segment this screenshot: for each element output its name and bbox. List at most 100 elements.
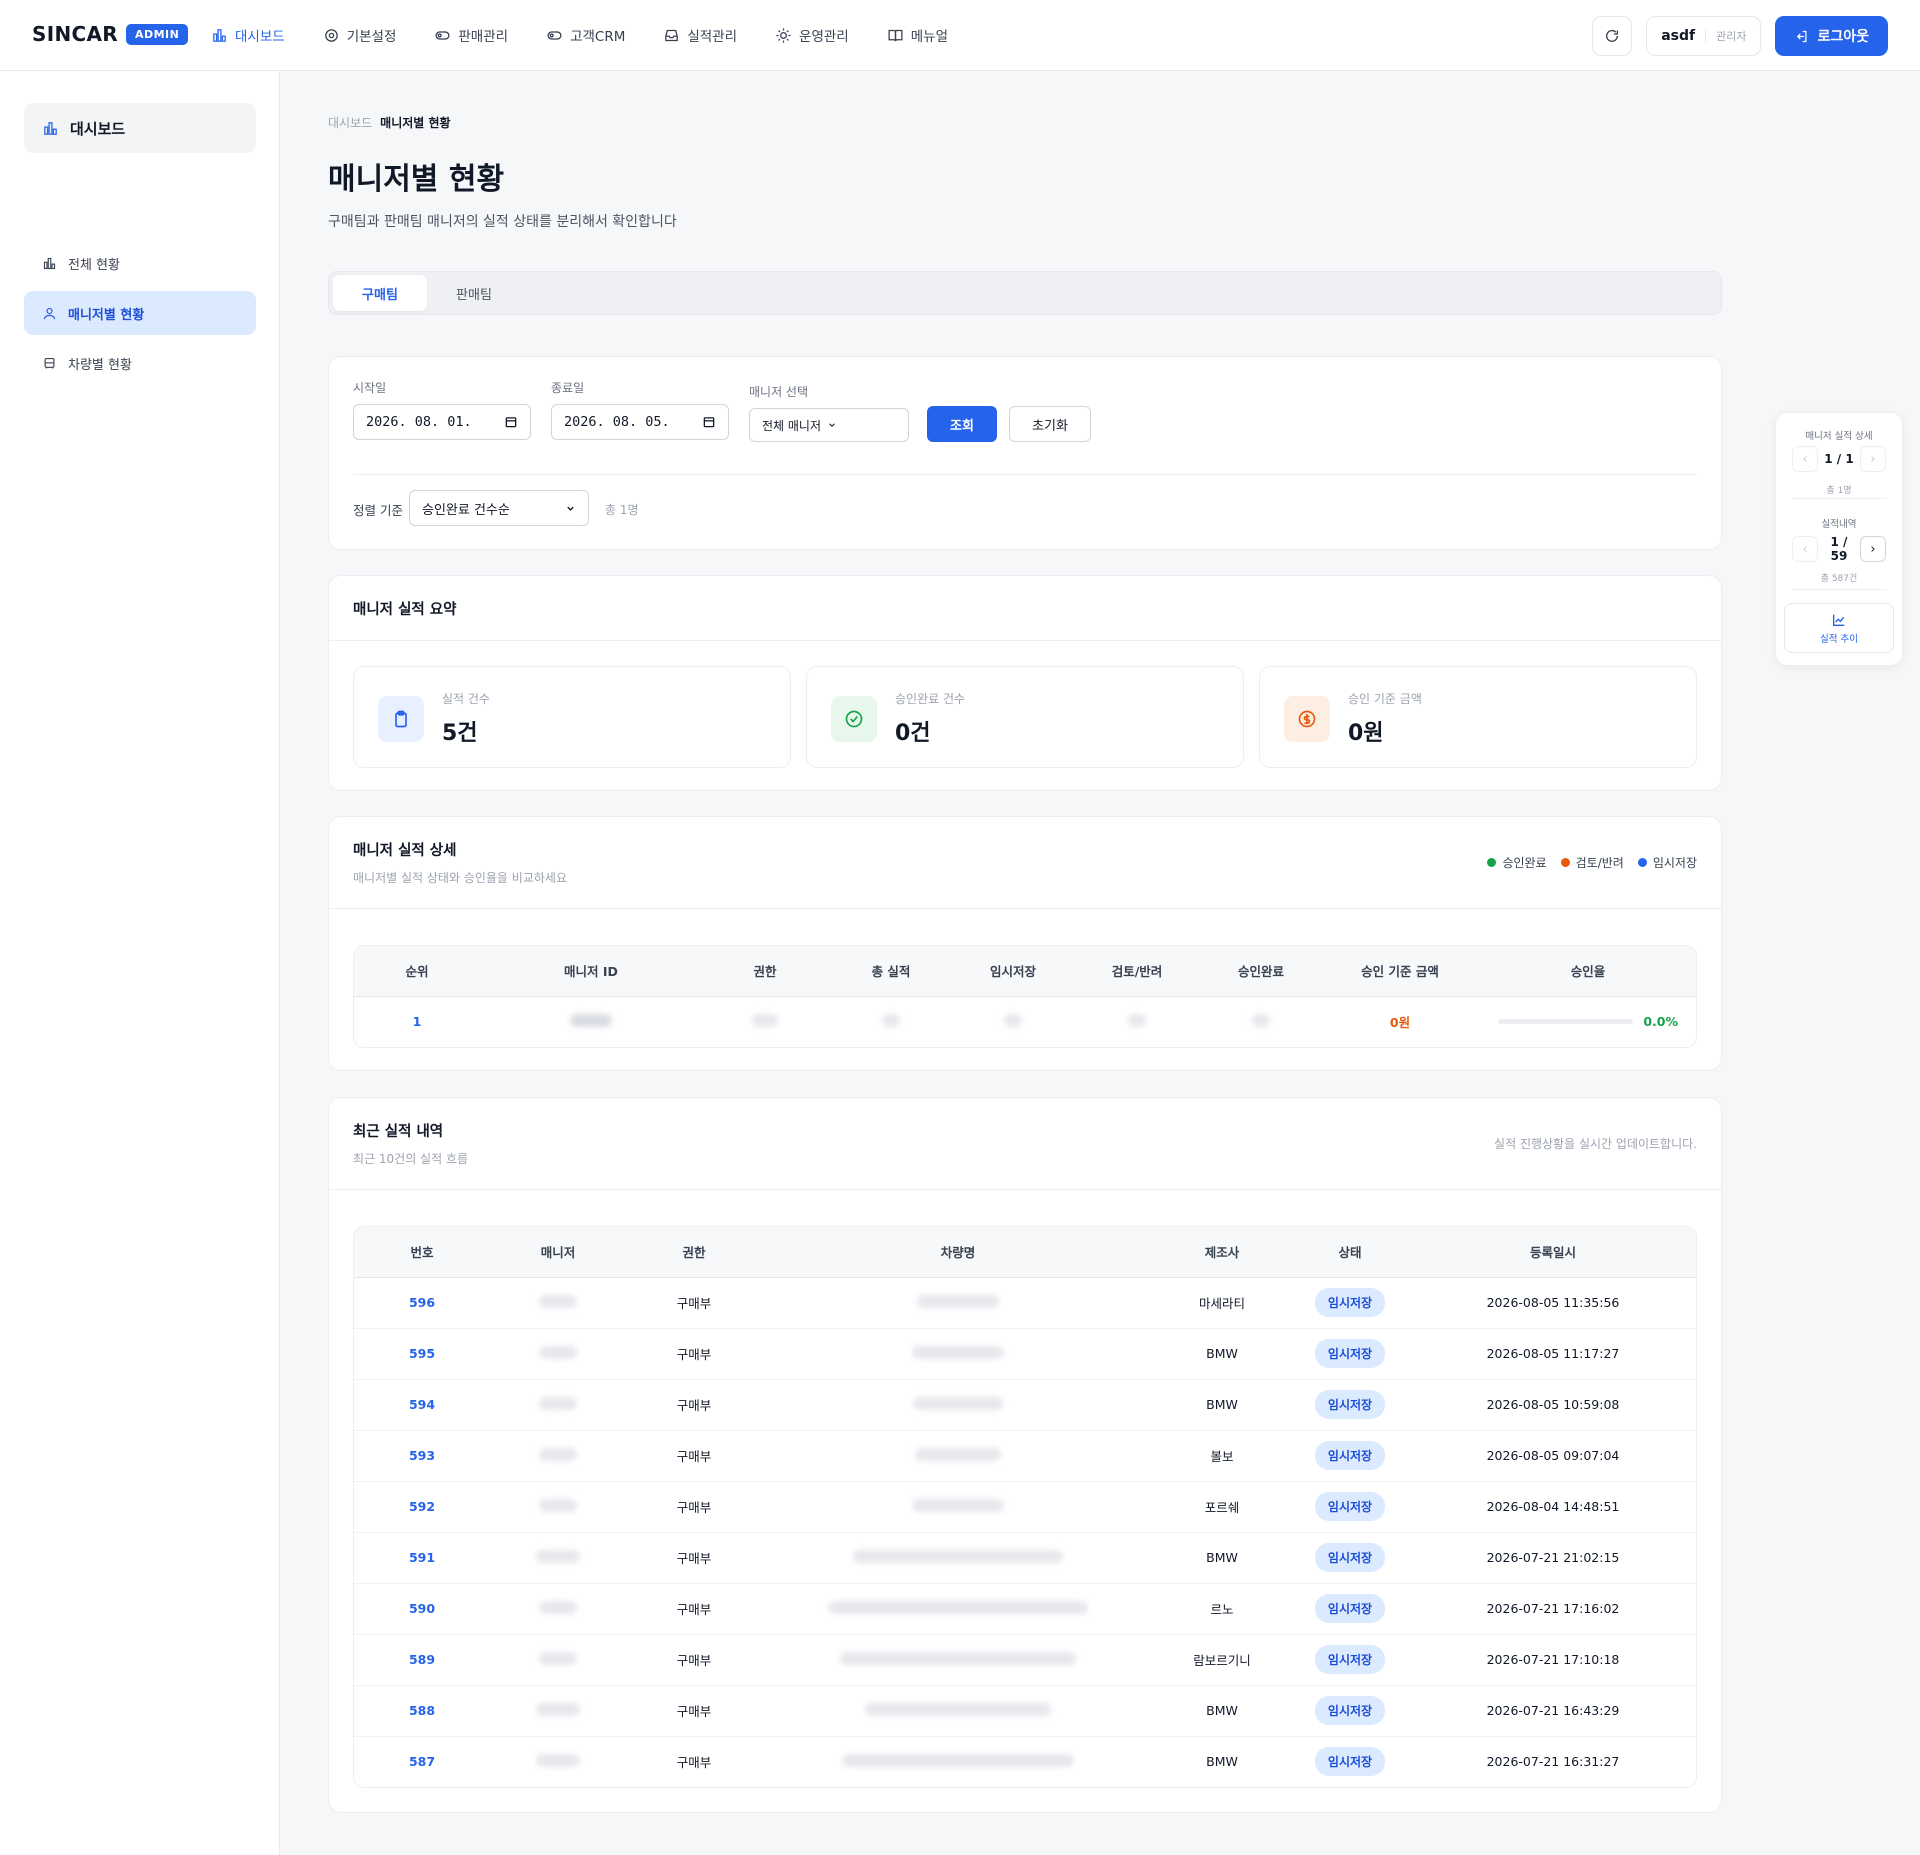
performance-trend-button[interactable]: 실적 추이 <box>1784 603 1894 653</box>
record-number[interactable]: 593 <box>409 1448 435 1463</box>
record-number[interactable]: 589 <box>409 1652 435 1667</box>
status-badge: 임시저장 <box>1314 1339 1386 1368</box>
table-row[interactable]: 594 구매부 BMW 임시저장 2026-08-05 10:59:08 <box>354 1379 1696 1431</box>
user-icon <box>43 307 56 319</box>
logo[interactable]: SINCAR ADMIN <box>32 22 189 46</box>
redacted-manager <box>539 1396 577 1410</box>
manager-select-value: 전체 매니저 <box>762 418 822 433</box>
registered-at: 2026-07-21 17:10:18 <box>1410 1634 1696 1686</box>
nav-label: 대시보드 <box>235 29 285 45</box>
team-tabs: 구매팀 판매팀 <box>328 271 1722 315</box>
maker: 르노 <box>1154 1583 1290 1635</box>
nav-manual[interactable]: 메뉴얼 <box>887 25 948 45</box>
nav-basic-settings[interactable]: 기본설정 <box>323 25 396 45</box>
table-header-row: 번호 매니저 권한 차량명 제조사 상태 등록일시 <box>354 1227 1696 1278</box>
table-row[interactable]: 595 구매부 BMW 임시저장 2026-08-05 11:17:27 <box>354 1328 1696 1380</box>
table-row[interactable]: 589 구매부 람보르기니 임시저장 2026-07-21 17:10:18 <box>354 1634 1696 1686</box>
calendar-icon[interactable] <box>702 415 716 429</box>
table-row[interactable]: 593 구매부 볼보 임시저장 2026-08-05 09:07:04 <box>354 1430 1696 1482</box>
status-badge: 임시저장 <box>1314 1696 1386 1725</box>
column-header[interactable]: 승인율 <box>1480 946 1696 997</box>
calendar-icon[interactable] <box>504 415 518 429</box>
logout-label: 로그아웃 <box>1817 29 1869 45</box>
legend: 승인완료 검토/반려 임시저장 <box>1487 854 1697 871</box>
registered-at: 2026-08-05 11:35:56 <box>1410 1277 1696 1329</box>
column-header[interactable]: 매니저 <box>490 1227 626 1278</box>
record-number[interactable]: 588 <box>409 1703 435 1718</box>
column-header[interactable]: 권한 <box>702 946 828 997</box>
refresh-icon <box>1606 29 1619 42</box>
nav-customer-crm[interactable]: 고객CRM <box>546 25 625 45</box>
table-row[interactable]: 591 구매부 BMW 임시저장 2026-07-21 21:02:15 <box>354 1532 1696 1584</box>
column-header[interactable]: 제조사 <box>1154 1227 1290 1278</box>
end-date-value: 2026. 08. 05. <box>564 414 670 430</box>
sidebar-item-by-vehicle[interactable]: 차량별 현황 <box>24 341 256 385</box>
column-header[interactable]: 순위 <box>354 946 480 997</box>
role: 구매부 <box>626 1532 762 1584</box>
legend-item: 검토/반려 <box>1560 854 1624 871</box>
table-row[interactable]: 592 구매부 포르쉐 임시저장 2026-08-04 14:48:51 <box>354 1481 1696 1533</box>
table-row[interactable]: 1 0원 0.0% <box>354 996 1696 1047</box>
refresh-button[interactable] <box>1592 16 1633 56</box>
check-circle-icon <box>831 696 877 742</box>
record-number[interactable]: 587 <box>409 1754 435 1769</box>
column-header[interactable]: 총 실적 <box>828 946 954 997</box>
column-header[interactable]: 매니저 ID <box>480 946 702 997</box>
record-number[interactable]: 590 <box>409 1601 435 1616</box>
start-date-input[interactable]: 2026. 08. 01. <box>353 404 531 440</box>
divider <box>329 908 1721 909</box>
prev-page-button[interactable]: ‹ <box>1792 536 1818 562</box>
record-number[interactable]: 596 <box>409 1295 435 1310</box>
next-page-button[interactable]: › <box>1860 446 1886 472</box>
floating-history-label: 실적내역 <box>1821 519 1857 530</box>
table-row[interactable]: 587 구매부 BMW 임시저장 2026-07-21 16:31:27 <box>354 1736 1696 1787</box>
sidebar-item-label: 전체 현황 <box>68 257 120 273</box>
record-number[interactable]: 595 <box>409 1346 435 1361</box>
page-indicator: 1 / 59 <box>1830 535 1848 563</box>
column-header[interactable]: 상태 <box>1290 1227 1410 1278</box>
sort-select[interactable]: 승인완료 건수순 <box>409 490 589 526</box>
tab-sales-team[interactable]: 판매팀 <box>427 275 521 311</box>
redacted-value <box>1004 1013 1022 1027</box>
breadcrumb-parent[interactable]: 대시보드 <box>328 114 372 131</box>
sidebar-item-by-manager[interactable]: 매니저별 현황 <box>24 291 256 335</box>
logo-text: SINCAR <box>32 22 118 46</box>
column-header[interactable]: 임시저장 <box>954 946 1072 997</box>
search-button[interactable]: 조회 <box>927 406 997 442</box>
redacted-vehicle-name <box>912 1498 1004 1512</box>
maker: BMW <box>1154 1328 1290 1380</box>
record-number[interactable]: 591 <box>409 1550 435 1565</box>
role: 구매부 <box>626 1583 762 1635</box>
next-page-button[interactable]: › <box>1860 536 1886 562</box>
prev-page-button[interactable]: ‹ <box>1792 446 1818 472</box>
table-row[interactable]: 596 구매부 마세라티 임시저장 2026-08-05 11:35:56 <box>354 1277 1696 1329</box>
stat-card-amount: 승인 기준 금액 0원 <box>1259 666 1697 768</box>
nav-operations[interactable]: 운영관리 <box>775 25 849 45</box>
user-chip[interactable]: asdf 관리자 <box>1646 16 1762 56</box>
toggle-icon <box>547 30 562 40</box>
nav-performance-management[interactable]: 실적관리 <box>663 25 737 45</box>
record-number[interactable]: 592 <box>409 1499 435 1514</box>
column-header[interactable]: 승인 기준 금액 <box>1320 946 1480 997</box>
nav-sales-management[interactable]: 판매관리 <box>434 25 508 45</box>
stat-card-approved: 승인완료 건수 0건 <box>806 666 1244 768</box>
nav-dashboard[interactable]: 대시보드 <box>211 25 285 45</box>
column-header[interactable]: 승인완료 <box>1202 946 1320 997</box>
column-header[interactable]: 권한 <box>626 1227 762 1278</box>
maker: 람보르기니 <box>1154 1634 1290 1686</box>
column-header[interactable]: 차량명 <box>762 1227 1154 1278</box>
column-header[interactable]: 검토/반려 <box>1072 946 1202 997</box>
logout-button[interactable]: 로그아웃 <box>1775 16 1888 56</box>
manager-select[interactable]: 전체 매니저 <box>749 408 909 442</box>
record-number[interactable]: 594 <box>409 1397 435 1412</box>
registered-at: 2026-08-05 09:07:04 <box>1410 1430 1696 1482</box>
table-row[interactable]: 588 구매부 BMW 임시저장 2026-07-21 16:43:29 <box>354 1685 1696 1737</box>
end-date-input[interactable]: 2026. 08. 05. <box>551 404 729 440</box>
column-header[interactable]: 번호 <box>354 1227 490 1278</box>
column-header[interactable]: 등록일시 <box>1410 1227 1696 1278</box>
dollar-circle-icon <box>1284 696 1330 742</box>
table-row[interactable]: 590 구매부 르노 임시저장 2026-07-21 17:16:02 <box>354 1583 1696 1635</box>
reset-button[interactable]: 초기화 <box>1009 406 1091 442</box>
tab-purchase-team[interactable]: 구매팀 <box>333 275 427 311</box>
sidebar-item-overall[interactable]: 전체 현황 <box>24 241 256 285</box>
